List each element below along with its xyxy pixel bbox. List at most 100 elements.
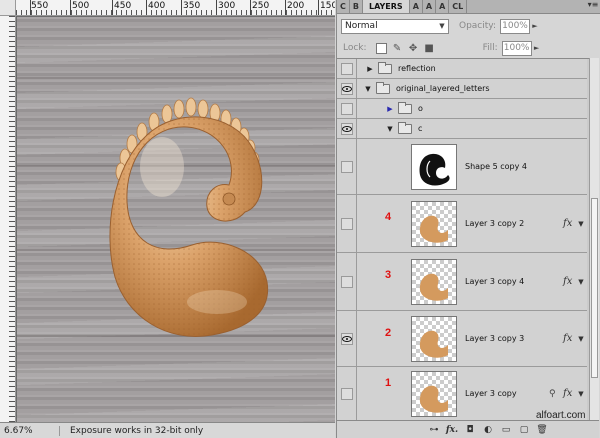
fill-slider-icon[interactable]: ►: [532, 44, 542, 52]
layer-row-o[interactable]: ▶ o: [337, 99, 587, 119]
layer-name: c: [418, 124, 423, 133]
eye-icon: [341, 85, 352, 92]
zoom-level[interactable]: 6.67%: [0, 425, 60, 436]
visibility-toggle[interactable]: [337, 99, 357, 118]
tab-cl[interactable]: CL: [449, 0, 468, 13]
ruler-label: 300: [218, 1, 236, 11]
layers-panel: C B LAYERS A A A CL ▾≡ Normal ▼ Opacity:…: [336, 0, 600, 438]
lock-paint-icon[interactable]: ✎: [392, 43, 403, 54]
chevron-down-icon: ▼: [439, 22, 445, 30]
eye-icon: [341, 125, 352, 132]
layer-row-shape-5-copy-4[interactable]: Shape 5 copy 4: [337, 139, 587, 195]
add-layer-style-icon[interactable]: fx.: [443, 425, 461, 435]
panel-tab-bar: C B LAYERS A A A CL ▾≡: [337, 0, 600, 14]
expand-arrow-icon[interactable]: ▼: [385, 125, 395, 133]
tab-a2[interactable]: A: [423, 0, 437, 13]
visibility-toggle[interactable]: [337, 59, 357, 78]
visibility-toggle[interactable]: [337, 253, 357, 310]
layer-name: reflection: [398, 64, 436, 73]
expand-arrow-icon[interactable]: ▼: [363, 85, 373, 93]
blend-mode-select[interactable]: Normal ▼: [341, 18, 449, 34]
layer-row-reflection[interactable]: ▶ reflection: [337, 59, 587, 79]
layer-name: Layer 3 copy 4: [465, 277, 525, 286]
chevron-down-icon[interactable]: ▼: [575, 390, 587, 398]
ruler-label: 450: [114, 1, 132, 11]
ruler-label: 500: [72, 1, 90, 11]
layer-effects-icon[interactable]: fx: [563, 218, 575, 229]
new-layer-icon[interactable]: ▢: [515, 425, 533, 435]
layer-number-annotation: 1: [385, 377, 392, 389]
layer-row-c[interactable]: ▼ c: [337, 119, 587, 139]
tab-a1[interactable]: A: [410, 0, 423, 13]
ruler-label: 200: [287, 1, 305, 11]
folder-icon: [378, 61, 392, 74]
lock-label: Lock:: [343, 43, 367, 53]
scrollbar-thumb[interactable]: [591, 198, 598, 378]
layer-thumbnail: [411, 370, 457, 417]
folder-icon: [398, 121, 412, 134]
layer-row-layer-3-copy-3[interactable]: 2 Layer 3 copy 3 fx ▼: [337, 311, 587, 367]
chevron-down-icon[interactable]: ▼: [575, 278, 587, 286]
adjustment-layer-icon[interactable]: ◐: [479, 425, 497, 435]
lock-transparency-icon[interactable]: [375, 42, 387, 54]
layer-effects-icon[interactable]: fx: [563, 388, 575, 399]
blend-row: Normal ▼ Opacity: 100% ►: [341, 17, 598, 35]
layer-row-layer-3-copy-2[interactable]: 4 Layer 3 copy 2 fx ▼: [337, 195, 587, 253]
tab-a3[interactable]: A: [436, 0, 450, 13]
link-layers-icon[interactable]: ⊶: [425, 425, 443, 435]
status-message: Exposure works in 32-bit only: [70, 425, 204, 436]
visibility-toggle[interactable]: [337, 195, 357, 252]
ruler-label: 350: [183, 1, 201, 11]
layer-row-layer-3-copy-4[interactable]: 3 Layer 3 copy 4 fx ▼: [337, 253, 587, 311]
tab-c[interactable]: C: [337, 0, 350, 13]
fill-input[interactable]: 100%: [501, 40, 532, 56]
layer-thumbnail: [411, 143, 457, 190]
layers-panel-footer: ⊶ fx. ◘ ◐ ▭ ▢ 🗑: [337, 420, 599, 438]
visibility-toggle[interactable]: [337, 119, 357, 138]
folder-icon: [376, 81, 390, 94]
layer-list: ▶ reflection ▼ original_layered_letters …: [337, 58, 599, 420]
visibility-toggle[interactable]: [337, 367, 357, 420]
collapse-arrow-icon[interactable]: ▶: [365, 65, 375, 73]
layer-number-annotation: 3: [385, 269, 392, 281]
lock-all-icon[interactable]: ■: [424, 43, 435, 54]
status-bar: 6.67% Exposure works in 32-bit only: [0, 422, 335, 438]
ruler-label: 550: [31, 1, 49, 11]
image-canvas[interactable]: [17, 17, 335, 422]
opacity-input[interactable]: 100%: [500, 18, 530, 34]
layer-row-original-layered-letters[interactable]: ▼ original_layered_letters: [337, 79, 587, 99]
lock-position-icon[interactable]: ✥: [408, 43, 419, 54]
layer-effects-icon[interactable]: fx: [563, 333, 575, 344]
panel-menu-icon[interactable]: ▾≡: [586, 0, 600, 13]
blend-mode-value: Normal: [345, 21, 378, 31]
chevron-down-icon[interactable]: ▼: [575, 335, 587, 343]
collapse-arrow-icon[interactable]: ▶: [385, 105, 395, 113]
chevron-down-icon[interactable]: ▼: [575, 220, 587, 228]
layer-number-annotation: 2: [385, 327, 392, 339]
layer-thumbnail: [411, 258, 457, 305]
delete-layer-icon[interactable]: 🗑: [533, 425, 551, 435]
layers-scrollbar[interactable]: [589, 58, 599, 420]
layer-name: Layer 3 copy 2: [465, 219, 525, 228]
layer-thumbnail: [411, 200, 457, 247]
layer-name: original_layered_letters: [396, 84, 490, 93]
layer-name: Shape 5 copy 4: [465, 162, 527, 171]
ruler-label: 250: [252, 1, 270, 11]
ruler-label: 400: [148, 1, 166, 11]
ruler-origin[interactable]: [0, 0, 16, 15]
letter-c-shell-artwork: [109, 97, 269, 337]
visibility-toggle[interactable]: [337, 139, 357, 194]
eye-icon: [341, 335, 352, 342]
layer-thumbnail: [411, 315, 457, 362]
visibility-toggle[interactable]: [337, 311, 357, 366]
horizontal-ruler: 550 500 450 400 350 300 250 200 150: [0, 0, 335, 16]
document-window: 550 500 450 400 350 300 250 200 150: [0, 0, 335, 438]
tab-b[interactable]: B: [350, 0, 363, 13]
watermark: alfoart.com: [536, 410, 586, 421]
add-mask-icon[interactable]: ◘: [461, 425, 479, 435]
layer-effects-icon[interactable]: fx: [563, 276, 575, 287]
visibility-toggle[interactable]: [337, 79, 357, 98]
new-group-icon[interactable]: ▭: [497, 425, 515, 435]
tab-layers[interactable]: LAYERS: [362, 0, 410, 13]
opacity-slider-icon[interactable]: ►: [530, 22, 540, 30]
